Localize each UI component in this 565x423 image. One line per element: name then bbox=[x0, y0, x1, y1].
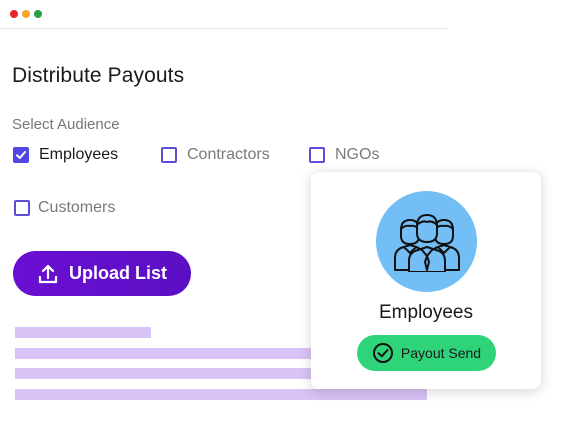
contractors-checkbox[interactable] bbox=[161, 147, 177, 163]
contractors-label: Contractors bbox=[187, 146, 270, 163]
list-placeholder-bar bbox=[15, 368, 340, 379]
avatar bbox=[376, 191, 477, 292]
window-titlebar bbox=[0, 0, 447, 29]
ngos-label: NGOs bbox=[335, 146, 380, 163]
employees-label: Employees bbox=[39, 146, 119, 163]
ngos-checkbox[interactable] bbox=[309, 147, 325, 163]
maximize-window-button[interactable] bbox=[34, 10, 42, 18]
audience-option-customers[interactable]: Customers bbox=[14, 198, 115, 218]
audience-option-ngos[interactable]: NGOs bbox=[309, 145, 379, 165]
list-placeholder-bar bbox=[15, 389, 427, 400]
audience-option-employees[interactable]: Employees bbox=[13, 145, 118, 165]
list-placeholder-bar bbox=[15, 348, 340, 359]
check-circle-icon bbox=[372, 342, 394, 364]
upload-icon bbox=[37, 263, 59, 285]
app-window: Distribute Payouts Select Audience Emplo… bbox=[0, 0, 565, 423]
page-title: Distribute Payouts bbox=[12, 64, 185, 87]
audience-summary-card: Employees Payout Send bbox=[311, 172, 541, 389]
upload-list-button[interactable]: Upload List bbox=[13, 251, 191, 296]
audience-option-contractors[interactable]: Contractors bbox=[161, 145, 270, 165]
close-window-button[interactable] bbox=[10, 10, 18, 18]
customers-label: Customers bbox=[38, 199, 116, 216]
card-title: Employees bbox=[379, 302, 473, 323]
employees-checkbox[interactable] bbox=[13, 147, 29, 163]
group-users-icon bbox=[393, 213, 460, 272]
status-text: Payout Send bbox=[400, 345, 482, 361]
status-badge: Payout Send bbox=[357, 335, 496, 371]
upload-list-label: Upload List bbox=[69, 263, 167, 283]
checkmark-icon bbox=[16, 151, 26, 159]
select-audience-label: Select Audience bbox=[12, 116, 120, 133]
customers-checkbox[interactable] bbox=[14, 200, 30, 216]
minimize-window-button[interactable] bbox=[22, 10, 30, 18]
list-placeholder-bar bbox=[15, 327, 151, 338]
